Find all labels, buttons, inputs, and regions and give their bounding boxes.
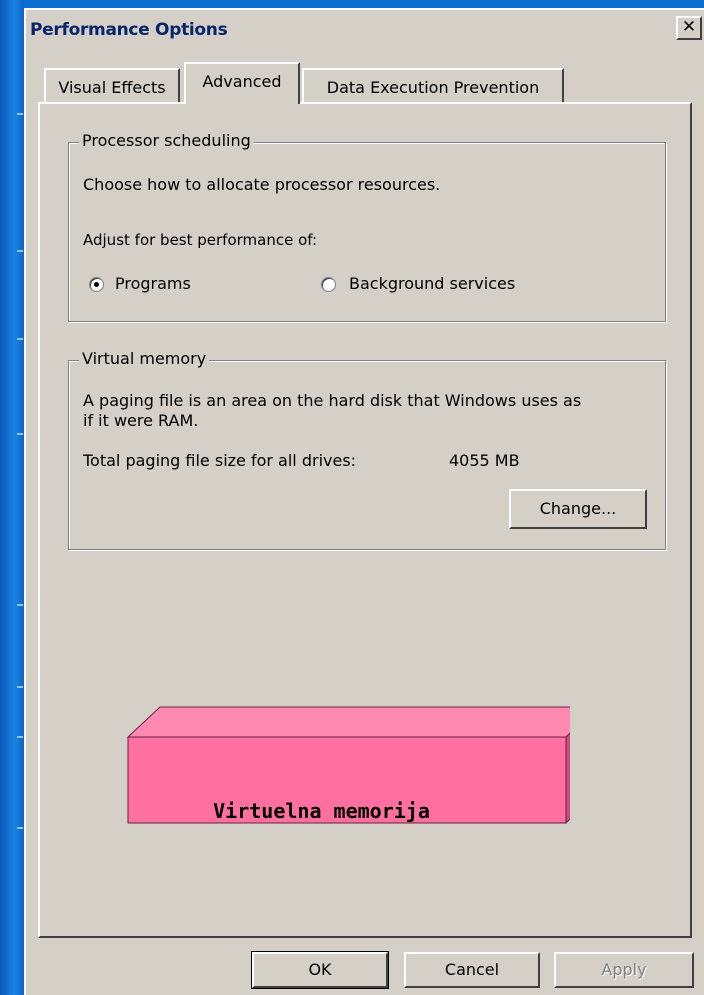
performance-options-dialog: Performance Options ✕ Visual Effects Adv…	[24, 8, 704, 995]
adjust-label: Adjust for best performance of:	[83, 231, 318, 249]
programs-label[interactable]: Programs	[115, 274, 191, 293]
desktop-tick	[17, 686, 23, 688]
virtual-memory-callout: Virtuelna memorija	[100, 697, 600, 825]
desktop-tick	[17, 113, 23, 115]
callout-label: Virtuelna memorija	[100, 697, 540, 825]
virtual-memory-description-line1: A paging file is an area on the hard dis…	[83, 391, 582, 410]
callout-text: Virtuelna memorija	[213, 799, 430, 823]
radio-selected-dot	[94, 282, 99, 287]
processor-scheduling-group: Processor scheduling Choose how to alloc…	[68, 131, 666, 322]
group-title: Virtual memory	[79, 349, 210, 368]
programs-radio[interactable]	[89, 277, 104, 292]
title-bar[interactable]: Performance Options ✕	[26, 10, 704, 52]
background-services-label[interactable]: Background services	[349, 274, 515, 293]
close-button[interactable]: ✕	[676, 16, 702, 40]
close-icon: ✕	[681, 17, 697, 37]
virtual-memory-group: Virtual memory A paging file is an area …	[68, 349, 666, 550]
tab-label: Data Execution Prevention	[326, 78, 540, 97]
total-paging-label: Total paging file size for all drives:	[83, 451, 357, 470]
desktop-background	[0, 0, 24, 995]
virtual-memory-description-line2: if it were RAM.	[83, 411, 199, 430]
desktop-tick	[17, 736, 23, 738]
group-title: Processor scheduling	[79, 131, 254, 150]
apply-button: Apply	[554, 952, 694, 988]
desktop-tick	[17, 338, 23, 340]
tab-advanced[interactable]: Advanced	[184, 62, 300, 104]
total-paging-value: 4055 MB	[449, 451, 520, 470]
window-title: Performance Options	[30, 20, 228, 40]
processor-description: Choose how to allocate processor resourc…	[83, 175, 441, 194]
ok-button[interactable]: OK	[251, 951, 389, 989]
desktop-tick	[17, 827, 23, 829]
tab-label: Visual Effects	[58, 78, 166, 97]
change-button[interactable]: Change...	[509, 489, 647, 529]
desktop-tick	[17, 433, 23, 435]
tab-label: Advanced	[202, 72, 282, 91]
desktop-tick	[17, 604, 23, 606]
cancel-button[interactable]: Cancel	[404, 952, 540, 988]
background-services-radio[interactable]	[321, 277, 336, 292]
tab-visual-effects[interactable]: Visual Effects	[44, 68, 180, 102]
desktop-tick	[17, 250, 23, 252]
tab-data-execution-prevention[interactable]: Data Execution Prevention	[302, 68, 564, 102]
